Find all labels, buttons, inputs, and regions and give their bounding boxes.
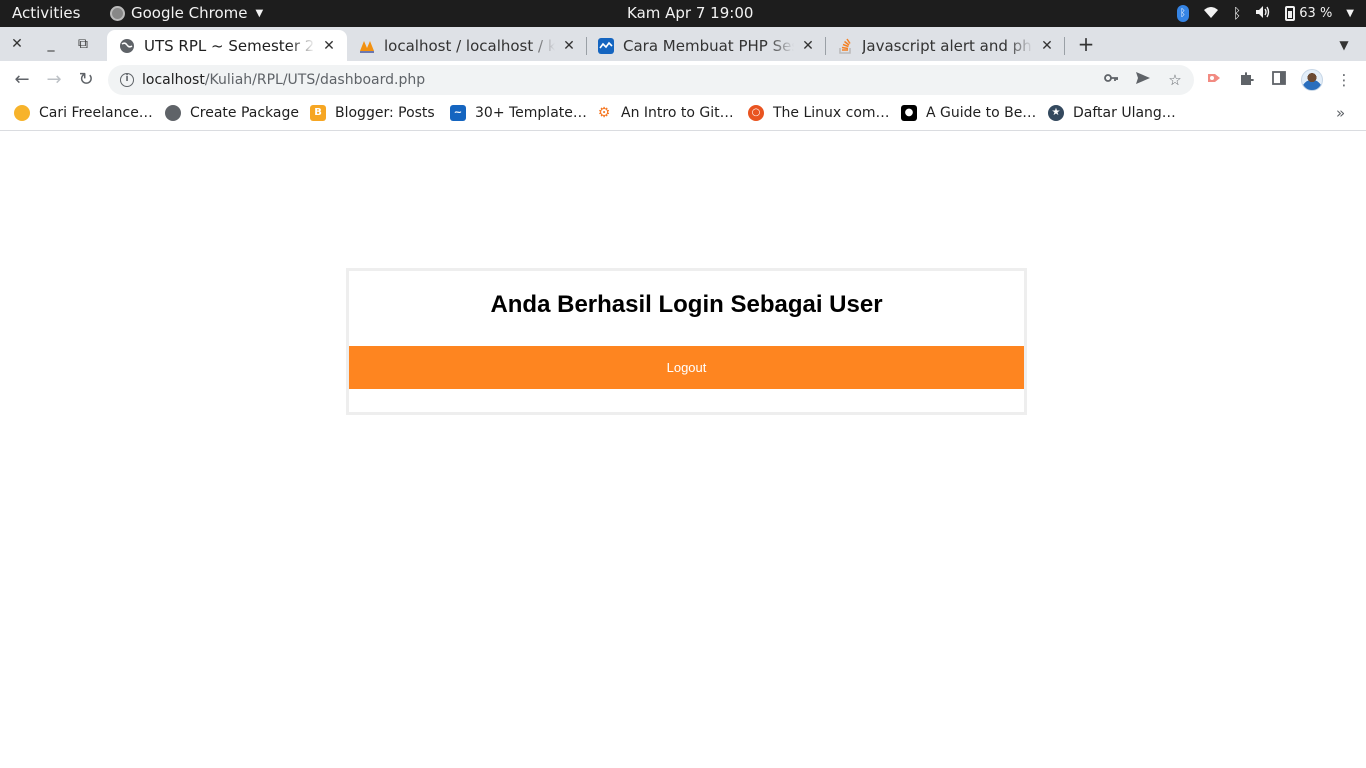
battery-icon	[1285, 6, 1296, 21]
wifi-icon	[1203, 5, 1219, 23]
send-icon[interactable]	[1133, 70, 1153, 90]
url-path: /Kuliah/RPL/UTS/dashboard.php	[204, 72, 426, 88]
bookmarks-bar: Cari Freelance… Create Package B Blogger…	[0, 98, 1366, 131]
bookmark-item[interactable]: Cari Freelance…	[14, 98, 153, 128]
info-icon[interactable]: i	[120, 73, 134, 87]
tab-phpmyadmin[interactable]: localhost / localhost / kuli ✕	[347, 30, 587, 61]
chrome-icon	[110, 6, 125, 21]
freelance-icon	[14, 105, 30, 121]
logout-button[interactable]: Logout	[349, 346, 1024, 389]
tab-title: Cara Membuat PHP Sessio	[623, 36, 794, 55]
bookmark-item[interactable]: ⚙ An Intro to Git…	[596, 98, 734, 128]
university-icon: ★	[1048, 105, 1064, 121]
chevron-down-icon: ▼	[1346, 8, 1354, 19]
tab-title: Javascript alert and php h	[862, 36, 1033, 55]
globe-icon	[119, 38, 135, 54]
hubspot-icon: ⚙	[597, 105, 611, 121]
bookmark-label: Blogger: Posts	[335, 105, 435, 121]
system-top-bar: Activities Google Chrome ▼ Kam Apr 7 19:…	[0, 0, 1366, 27]
tab-close-icon[interactable]: ✕	[1039, 38, 1055, 54]
reload-icon[interactable]: ↻	[75, 69, 97, 91]
bookmark-item[interactable]: ● A Guide to Be…	[901, 98, 1036, 128]
volume-icon	[1255, 5, 1271, 23]
bookmark-label: 30+ Template…	[475, 105, 587, 121]
tab-php-session[interactable]: Cara Membuat PHP Sessio ✕	[586, 30, 826, 61]
clock[interactable]: Kam Apr 7 19:00	[627, 0, 753, 27]
dashboard-card: Anda Berhasil Login Sebagai User Logout	[346, 268, 1027, 415]
globe-icon	[165, 105, 181, 121]
bookmark-label: A Guide to Be…	[926, 105, 1037, 121]
tab-title: UTS RPL ~ Semester 2	[144, 36, 315, 55]
battery-indicator: 63 %	[1285, 6, 1332, 21]
bookmark-star-icon[interactable]: ☆	[1165, 70, 1185, 90]
bookmark-label: Daftar Ulang…	[1073, 105, 1176, 121]
page-content: Anda Berhasil Login Sebagai User Logout	[0, 132, 1366, 768]
bookmark-item[interactable]: B Blogger: Posts	[310, 98, 435, 128]
tab-close-icon[interactable]: ✕	[800, 38, 816, 54]
activities-button[interactable]: Activities	[12, 0, 80, 27]
tab-search-chevron-icon[interactable]: ▼	[1334, 35, 1354, 55]
new-tab-plus-icon[interactable]: +	[1076, 34, 1096, 54]
bluetooth-icon: ᛒ	[1232, 5, 1242, 22]
tab-strip: ✕ _ ⧉ UTS RPL ~ Semester 2 ✕ localhost /…	[0, 27, 1366, 61]
battery-level: 63 %	[1299, 6, 1333, 21]
forward-arrow-icon[interactable]: →	[43, 69, 65, 91]
window-minimize-icon[interactable]: _	[41, 34, 61, 54]
browser-toolbar: ← → ↻ i localhost/Kuliah/RPL/UTS/dashboa…	[0, 61, 1366, 98]
tab-uts-rpl[interactable]: UTS RPL ~ Semester 2 ✕	[107, 30, 347, 61]
app-menu[interactable]: Google Chrome ▼	[110, 0, 263, 27]
system-tray[interactable]: ᛒ ᛒ 63 % ▼	[1176, 0, 1354, 27]
bookmark-label: The Linux com…	[773, 105, 890, 121]
blogger-icon: B	[310, 105, 326, 121]
app-name: Google Chrome	[131, 4, 248, 22]
tab-javascript-alert[interactable]: Javascript alert and php h ✕	[825, 30, 1065, 61]
tab-close-icon[interactable]: ✕	[561, 38, 577, 54]
key-icon[interactable]	[1101, 70, 1121, 90]
tab-close-icon[interactable]: ✕	[321, 38, 337, 54]
bookmark-item[interactable]: ~ 30+ Template…	[450, 98, 587, 128]
window-restore-icon[interactable]: ⧉	[73, 34, 93, 54]
caret-down-icon: ▼	[255, 8, 264, 19]
window-close-icon[interactable]: ✕	[7, 34, 27, 54]
extensions-puzzle-icon[interactable]	[1237, 70, 1257, 90]
back-arrow-icon[interactable]: ←	[11, 69, 33, 91]
bookmark-label: An Intro to Git…	[621, 105, 734, 121]
url-host: localhost	[142, 72, 205, 88]
side-panel-icon[interactable]	[1269, 70, 1289, 90]
ubuntu-icon: ○	[748, 105, 764, 121]
malasngoding-icon: ~	[450, 105, 466, 121]
extension-red-icon[interactable]	[1205, 70, 1225, 90]
bookmark-label: Create Package	[190, 105, 299, 121]
address-bar[interactable]: i localhost/Kuliah/RPL/UTS/dashboard.php…	[108, 65, 1194, 95]
bookmark-item[interactable]: ★ Daftar Ulang…	[1048, 98, 1176, 128]
medium-icon: ●	[901, 105, 917, 121]
menu-dots-icon[interactable]: ⋮	[1334, 70, 1354, 90]
bookmark-item[interactable]: ○ The Linux com…	[748, 98, 890, 128]
profile-avatar[interactable]	[1301, 69, 1323, 91]
phpmyadmin-icon	[359, 38, 375, 54]
page-title: Anda Berhasil Login Sebagai User	[490, 291, 883, 318]
bookmark-item[interactable]: Create Package	[165, 98, 299, 128]
bookmark-label: Cari Freelance…	[39, 105, 153, 121]
tab-separator	[1064, 37, 1065, 55]
bluetooth-icon: ᛒ	[1176, 5, 1189, 22]
malasngoding-icon	[598, 37, 614, 54]
stackoverflow-icon	[837, 38, 853, 54]
tab-title: localhost / localhost / kuli	[384, 36, 555, 55]
url-text[interactable]: localhost/Kuliah/RPL/UTS/dashboard.php	[142, 65, 425, 95]
bookmarks-more-chevron-icon[interactable]: »	[1336, 104, 1345, 122]
